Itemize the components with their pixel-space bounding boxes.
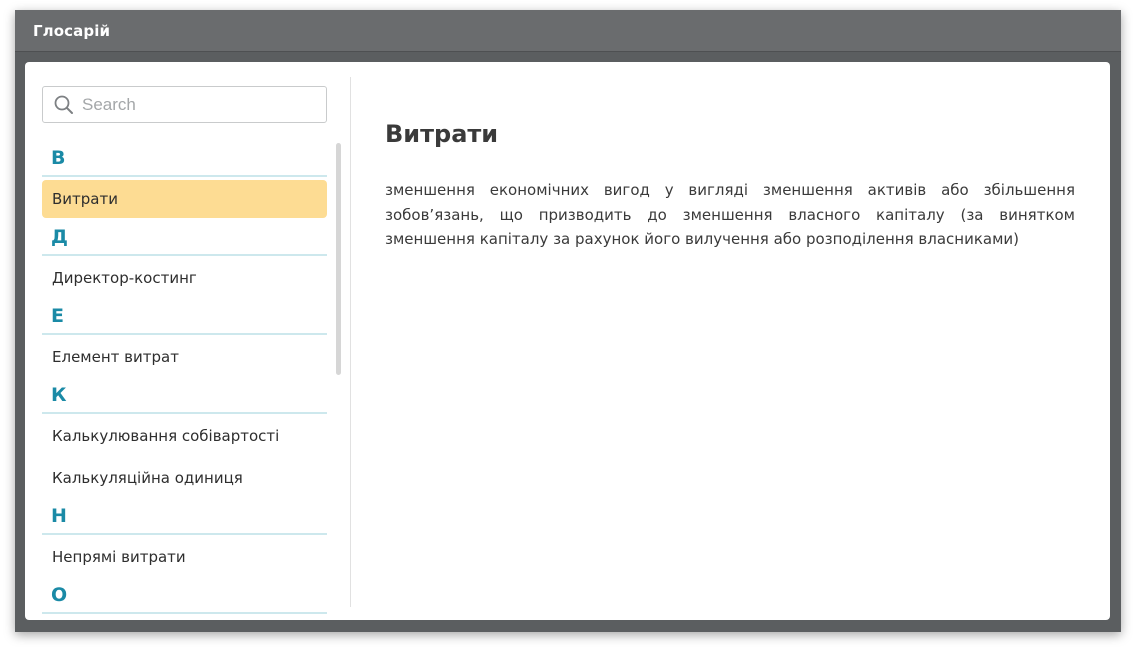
- term-item-element-vytrat[interactable]: Елемент витрат: [42, 338, 327, 376]
- term-item-nepriami-vytraty[interactable]: Непрямі витрати: [42, 538, 327, 576]
- panel-divider: [350, 77, 351, 607]
- letter-header: Е: [42, 301, 327, 335]
- term-title: Витрати: [385, 120, 499, 148]
- term-item-vytraty[interactable]: Витрати: [42, 180, 327, 218]
- search-icon: [54, 95, 73, 114]
- glossary-panel: В Витрати Д Директор-костинг Е Елемент в…: [25, 62, 1110, 620]
- letter-header: Д: [42, 222, 327, 256]
- letter-header: О: [42, 580, 327, 614]
- term-item-kalkuliuvannia[interactable]: Калькулювання собівартості: [42, 417, 327, 455]
- search-box[interactable]: [42, 86, 327, 123]
- letter-header: К: [42, 380, 327, 414]
- glossary-window: Глосарій В Витрати Д Директор-костинг Е …: [15, 10, 1121, 632]
- term-item-dyrektor-kostynh[interactable]: Директор-костинг: [42, 259, 327, 297]
- window-title: Глосарій: [33, 22, 111, 40]
- term-detail: Витрати зменшення економічних вигод у ви…: [385, 62, 1075, 620]
- sidebar-scrollbar[interactable]: [336, 143, 341, 375]
- letter-header: Н: [42, 501, 327, 535]
- sidebar: В Витрати Д Директор-костинг Е Елемент в…: [25, 62, 351, 620]
- letter-header: В: [42, 143, 327, 177]
- title-bar: Глосарій: [15, 10, 1121, 52]
- search-input[interactable]: [82, 92, 318, 118]
- term-item-kalkuliatsiina-odynytsia[interactable]: Калькуляційна одиниця: [42, 459, 327, 497]
- term-list: В Витрати Д Директор-костинг Е Елемент в…: [42, 143, 327, 617]
- term-definition: зменшення економічних вигод у вигляді зм…: [385, 181, 1075, 248]
